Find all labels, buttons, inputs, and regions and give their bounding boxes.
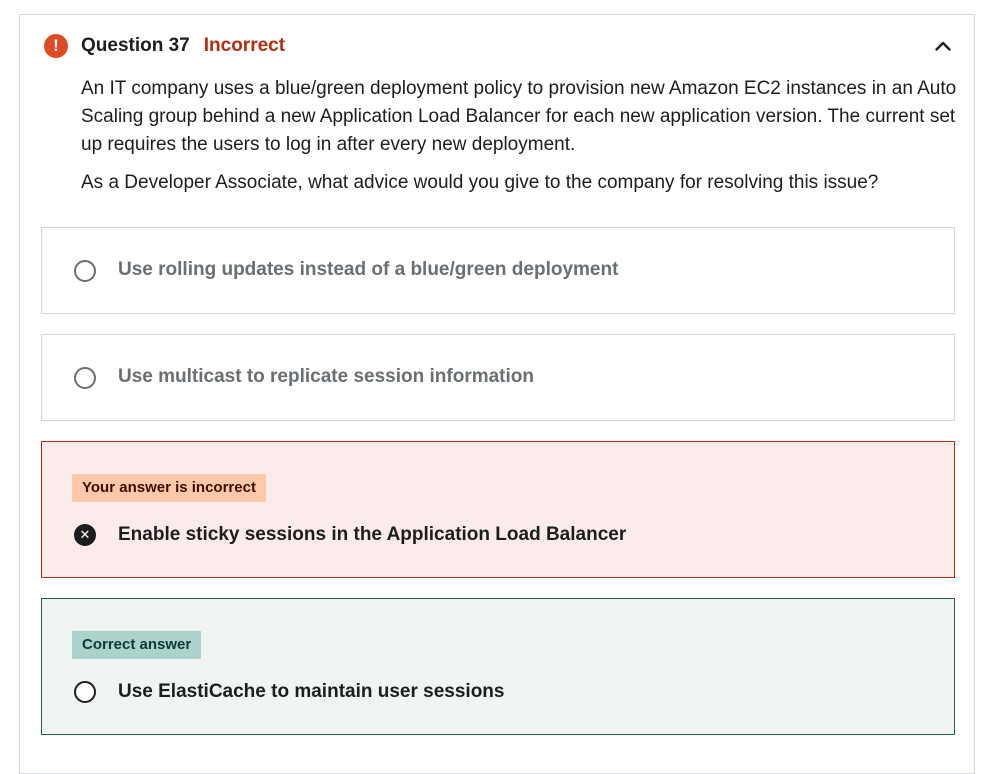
answer-option-label: Use rolling updates instead of a blue/gr… <box>118 259 619 280</box>
x-circle-icon: ✕ <box>74 524 96 546</box>
question-number: Question 37 <box>81 35 190 56</box>
answer-option-correct[interactable]: Correct answer Use ElastiCache to mainta… <box>41 598 955 735</box>
chevron-up-icon <box>935 41 951 51</box>
answer-option-label: Use ElastiCache to maintain user session… <box>118 681 505 702</box>
answer-option[interactable]: Use rolling updates instead of a blue/gr… <box>41 227 955 314</box>
question-card: ! Question 37 Incorrect An IT company us… <box>19 14 975 774</box>
answer-option-label: Enable sticky sessions in the Applicatio… <box>118 524 627 545</box>
answer-option-label: Use multicast to replicate session infor… <box>118 366 534 387</box>
radio-button[interactable] <box>74 367 96 389</box>
question-prompt: As a Developer Associate, what advice wo… <box>81 172 879 193</box>
question-header: ! Question 37 Incorrect <box>44 33 285 59</box>
incorrect-answer-badge: Your answer is incorrect <box>72 474 266 502</box>
question-text: An IT company uses a blue/green deployme… <box>81 75 961 197</box>
radio-button[interactable] <box>74 681 96 703</box>
radio-button[interactable] <box>74 260 96 282</box>
answer-option[interactable]: Use multicast to replicate session infor… <box>41 334 955 421</box>
question-paragraph: An IT company uses a blue/green deployme… <box>81 78 957 155</box>
exclamation-icon: ! <box>44 34 68 58</box>
collapse-button[interactable] <box>932 35 954 57</box>
correct-answer-badge: Correct answer <box>72 631 202 659</box>
answer-option-selected-incorrect[interactable]: Your answer is incorrect ✕ Enable sticky… <box>41 441 955 578</box>
question-status: Incorrect <box>203 35 286 56</box>
